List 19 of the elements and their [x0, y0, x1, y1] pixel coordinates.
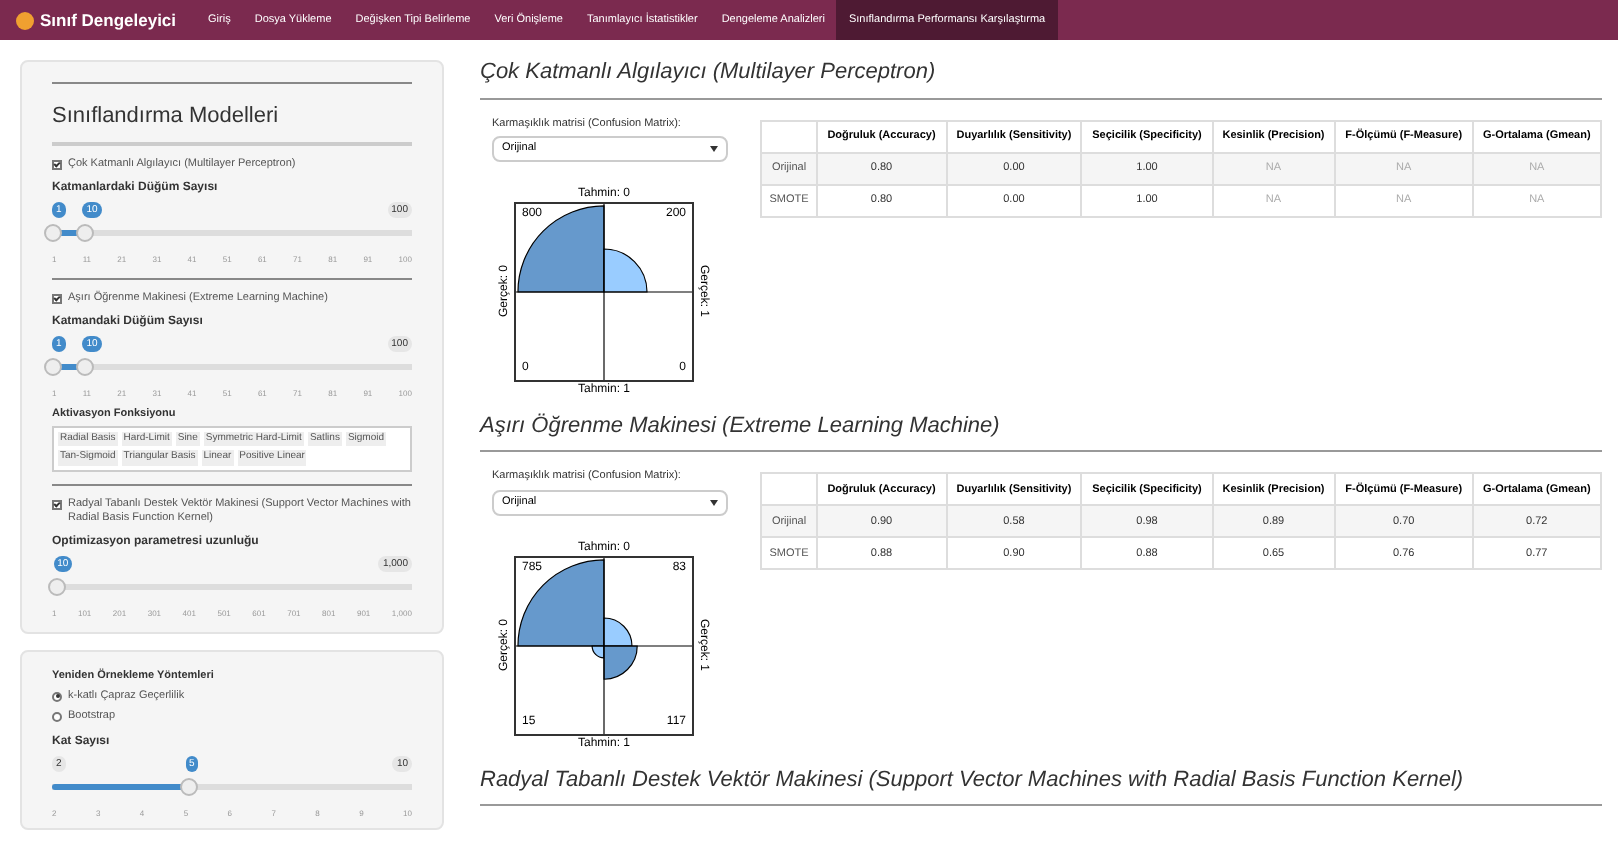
- checkbox[interactable]: [52, 159, 62, 169]
- logo-icon: [16, 11, 34, 29]
- caret-icon: [710, 145, 718, 152]
- panel-title: Sınıflandırma Modelleri: [52, 102, 281, 132]
- checkbox[interactable]: [52, 293, 62, 303]
- slider-handle[interactable]: [179, 777, 197, 795]
- caret-icon: [710, 499, 718, 505]
- checkbox[interactable]: [52, 499, 62, 510]
- section-title: Aşırı Öğrenme Makinesi (Extreme Learning Machine): [480, 409, 1602, 453]
- slider-handle[interactable]: [44, 223, 62, 241]
- slider-handle[interactable]: [76, 357, 95, 375]
- section-title: Radyal Tabanlı Destek Vektör Makinesi (Support Vector Machines with Radial Basis Function Kernel): [480, 763, 1602, 806]
- section-title: Çok Katmanlı Algılayıcı (Multilayer Perceptron): [480, 56, 1602, 99]
- slider-handle[interactable]: [44, 357, 62, 375]
- slider-handle[interactable]: [76, 223, 95, 241]
- radio-button[interactable]: [52, 711, 62, 722]
- radio-button[interactable]: [52, 691, 62, 702]
- slider-handle[interactable]: [47, 577, 66, 596]
- brand: Sınıf Dengeleyici: [40, 7, 177, 33]
